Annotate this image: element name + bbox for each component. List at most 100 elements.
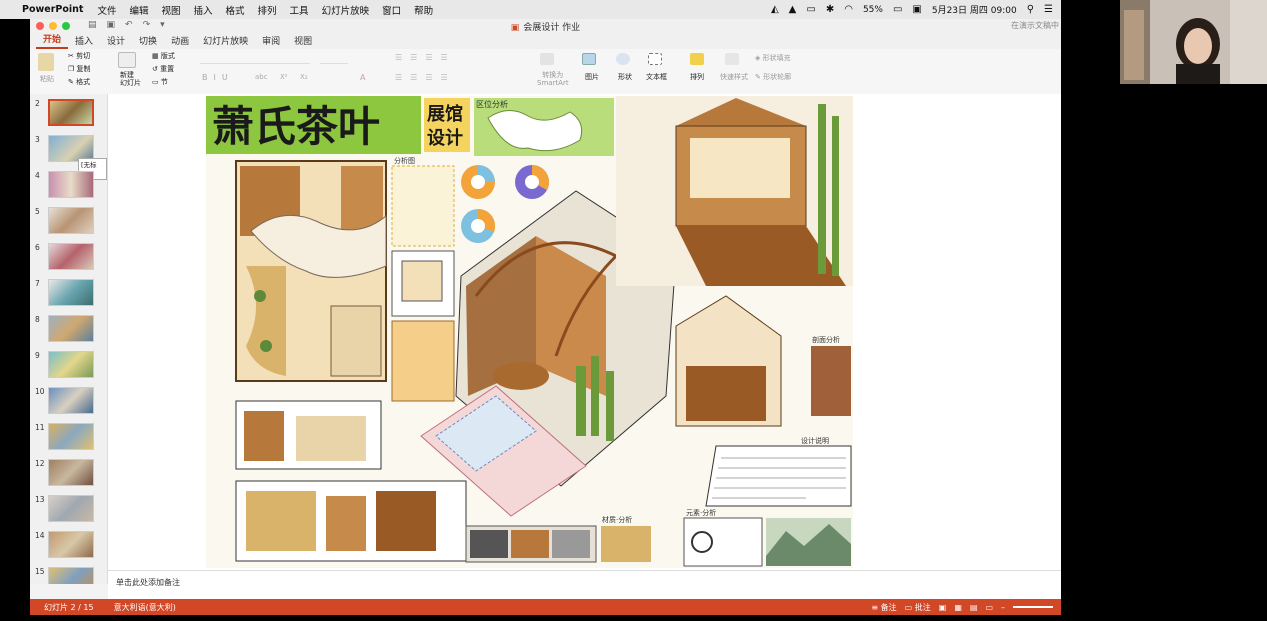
- notes-input[interactable]: 单击此处添加备注: [108, 570, 1061, 599]
- layout-icon: ▦: [152, 52, 159, 60]
- font-color-button[interactable]: A: [360, 73, 365, 82]
- reset-button[interactable]: ↺ 重置: [152, 64, 174, 74]
- tab-transitions[interactable]: 切换: [132, 33, 164, 49]
- app-menu[interactable]: PowerPoint: [22, 4, 83, 15]
- thumbnail-number: 2: [35, 99, 40, 108]
- scissors-icon: ✂: [68, 52, 74, 60]
- tab-review[interactable]: 审阅: [255, 33, 287, 49]
- thumbnail-number: 12: [35, 459, 45, 468]
- layout-button[interactable]: ▦ 版式: [152, 51, 175, 61]
- thumbnail-number: 10: [35, 387, 45, 396]
- arrange-button[interactable]: [690, 53, 704, 65]
- shape-outline-button[interactable]: ✎ 形状轮廓: [755, 72, 791, 82]
- thumbnail-slide[interactable]: 4: [30, 171, 107, 203]
- textbox-icon: [648, 53, 662, 65]
- thumbnail-slide[interactable]: 10: [30, 387, 107, 419]
- zoom-out-button[interactable]: –: [1001, 603, 1005, 612]
- menu-view[interactable]: 视图: [161, 3, 180, 17]
- arrange-label: 排列: [690, 73, 704, 81]
- clock[interactable]: 5月23日 周四 09:00: [932, 3, 1017, 16]
- thumbnail-slide[interactable]: 14: [30, 531, 107, 563]
- thumbnail-slide[interactable]: 8: [30, 315, 107, 347]
- section-button[interactable]: ▭ 节: [152, 77, 168, 87]
- picture-button[interactable]: [582, 53, 596, 65]
- adobe-icon[interactable]: ▲: [789, 4, 797, 15]
- tab-home[interactable]: 开始: [36, 31, 69, 49]
- sorter-view-button[interactable]: ▦: [954, 603, 962, 612]
- thumbnail-slide[interactable]: 13: [30, 495, 107, 527]
- tab-insert[interactable]: 插入: [68, 33, 100, 49]
- wifi-icon[interactable]: ◠: [844, 4, 853, 15]
- input-source-icon[interactable]: ▣: [912, 4, 921, 15]
- thumbnail-slide[interactable]: 5: [30, 207, 107, 239]
- list-buttons[interactable]: ☰☰☰☰: [395, 53, 456, 62]
- superscript-button[interactable]: X²: [280, 73, 288, 81]
- paste-button[interactable]: [38, 53, 54, 71]
- spotlight-icon[interactable]: ⚲: [1027, 4, 1034, 15]
- analysis-diagram: [391, 165, 455, 247]
- section-sample: [811, 346, 851, 416]
- plan-plant: [254, 290, 266, 302]
- font-size-select[interactable]: [320, 53, 348, 64]
- material-swatch: [552, 530, 590, 558]
- language-indicator[interactable]: 意大利语(意大利): [114, 602, 176, 613]
- tab-design[interactable]: 设计: [100, 33, 132, 49]
- tab-slideshow[interactable]: 幻灯片放映: [196, 33, 255, 49]
- battery-icon[interactable]: ▭: [893, 4, 902, 15]
- thumbnail-slide[interactable]: 7: [30, 279, 107, 311]
- subscript-button[interactable]: X₂: [300, 73, 308, 81]
- search-input[interactable]: 在演示文稿中: [1011, 20, 1059, 31]
- cut-button[interactable]: ✂ 剪切: [68, 51, 90, 61]
- menu-edit[interactable]: 编辑: [129, 3, 148, 17]
- slide[interactable]: 萧氏茶叶 展馆 设计 区位分析 分析图 剖面分析 材质·分析 元素·分析 设计说…: [206, 96, 853, 568]
- slide-title-side-2: 设计: [427, 127, 463, 149]
- font-name-select[interactable]: [200, 53, 310, 64]
- thumbnail-image: [48, 459, 94, 486]
- tab-animations[interactable]: 动画: [164, 33, 196, 49]
- tab-view[interactable]: 视图: [287, 33, 319, 49]
- slide-thumbnail-pane[interactable]: 2 3 [无标题] 4 5 6 7: [30, 94, 108, 584]
- thumbnail-slide[interactable]: 12: [30, 459, 107, 491]
- normal-view-button[interactable]: ▣: [939, 603, 947, 612]
- shape-fill-button[interactable]: ◈ 形状填充: [755, 53, 791, 63]
- thumbnail-slide[interactable]: 9: [30, 351, 107, 383]
- drive-icon[interactable]: ▭: [806, 4, 815, 15]
- zoom-slider[interactable]: [1013, 606, 1053, 608]
- thumbnail-slide[interactable]: 15: [30, 567, 107, 584]
- slideshow-button[interactable]: ▭: [985, 603, 993, 612]
- menu-format[interactable]: 格式: [226, 3, 245, 17]
- notification-center-icon[interactable]: ☰: [1044, 4, 1053, 15]
- document-title: ▣ 会展设计 作业: [30, 20, 1061, 33]
- menu-insert[interactable]: 插入: [194, 3, 213, 17]
- menu-window[interactable]: 窗口: [382, 3, 401, 17]
- menu-slideshow[interactable]: 幻灯片放映: [322, 3, 370, 17]
- reading-view-button[interactable]: ▤: [970, 603, 978, 612]
- format-painter-button[interactable]: ✎ 格式: [68, 77, 90, 87]
- iso-bamboo: [606, 371, 614, 441]
- creative-cloud-icon[interactable]: ◭: [771, 4, 779, 15]
- new-slide-button[interactable]: [118, 52, 136, 68]
- bluetooth-icon[interactable]: ✱: [826, 4, 834, 15]
- menu-arrange[interactable]: 排列: [258, 3, 277, 17]
- thumbnail-slide[interactable]: 6: [30, 243, 107, 275]
- shape-button[interactable]: [616, 53, 630, 65]
- align-buttons[interactable]: ☰☰☰☰: [395, 73, 456, 82]
- font-style-buttons[interactable]: BIU: [202, 73, 234, 82]
- notes-toggle-button[interactable]: ≡ 备注: [871, 602, 896, 613]
- thumbnail-slide[interactable]: 11: [30, 423, 107, 455]
- textbox-button[interactable]: [648, 53, 662, 65]
- quick-styles-button[interactable]: [725, 53, 739, 65]
- menu-file[interactable]: 文件: [97, 3, 116, 17]
- slide-canvas[interactable]: 萧氏茶叶 展馆 设计 区位分析 分析图 剖面分析 材质·分析 元素·分析 设计说…: [108, 94, 1061, 570]
- convert-smartart-button[interactable]: [540, 53, 554, 65]
- screen: PowerPoint 文件 编辑 视图 插入 格式 排列 工具 幻灯片放映 窗口…: [0, 0, 1267, 621]
- menu-help[interactable]: 帮助: [414, 3, 433, 17]
- label-material: 材质·分析: [602, 515, 632, 524]
- copy-button[interactable]: ❐ 复制: [68, 64, 91, 74]
- strike-button[interactable]: abc: [255, 73, 268, 81]
- menu-tools[interactable]: 工具: [290, 3, 309, 17]
- design-notes: [705, 445, 852, 507]
- battery-percent[interactable]: 55%: [863, 5, 883, 15]
- thumbnail-slide[interactable]: 2: [30, 99, 107, 131]
- comments-toggle-button[interactable]: ▭ 批注: [905, 602, 931, 613]
